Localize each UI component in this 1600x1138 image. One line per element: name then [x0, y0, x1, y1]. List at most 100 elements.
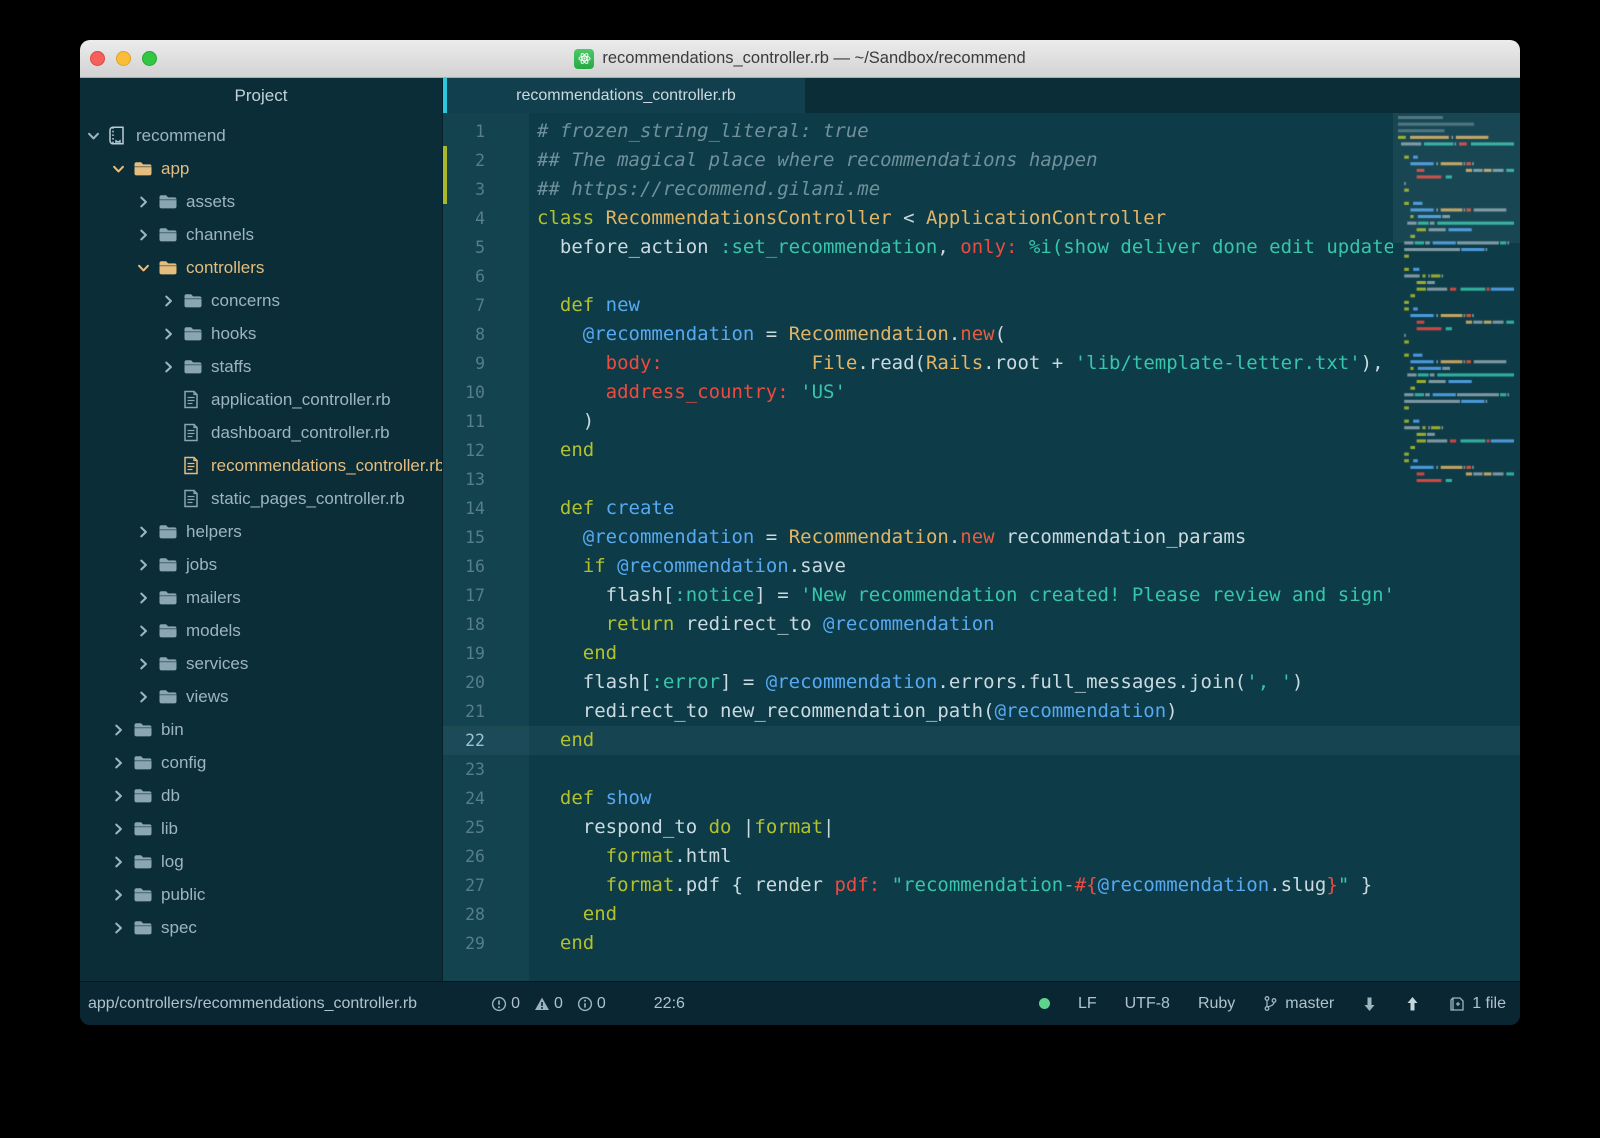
code-line-12[interactable]: 12 end — [443, 436, 1520, 465]
zoom-window-button[interactable] — [142, 51, 157, 66]
tree-item-application-controller-rb[interactable]: application_controller.rb — [80, 383, 442, 416]
chevron-right-icon[interactable] — [163, 328, 183, 340]
code-line-6[interactable]: 6 — [443, 262, 1520, 291]
chevron-right-icon[interactable] — [138, 559, 158, 571]
tree-item-db[interactable]: db — [80, 779, 442, 812]
tree-item-controllers[interactable]: controllers — [80, 251, 442, 284]
tree-item-dashboard-controller-rb[interactable]: dashboard_controller.rb — [80, 416, 442, 449]
changed-files[interactable]: 1 file — [1448, 995, 1506, 1013]
code-line-11[interactable]: 11 ) — [443, 407, 1520, 436]
tree-item-services[interactable]: services — [80, 647, 442, 680]
chevron-right-icon[interactable] — [138, 625, 158, 637]
tree-item-concerns[interactable]: concerns — [80, 284, 442, 317]
chevron-right-icon[interactable] — [113, 823, 133, 835]
tree-item-hooks[interactable]: hooks — [80, 317, 442, 350]
chevron-right-icon[interactable] — [138, 658, 158, 670]
warning-count[interactable]: 0 — [534, 995, 563, 1013]
tree-item-bin[interactable]: bin — [80, 713, 442, 746]
code-line-1[interactable]: 1 # frozen_string_literal: true — [443, 117, 1520, 146]
code-line-25[interactable]: 25 respond_to do |format| — [443, 813, 1520, 842]
code-editor[interactable]: 1 # frozen_string_literal: true 2 ## The ma… — [443, 113, 1520, 981]
tree-item-jobs[interactable]: jobs — [80, 548, 442, 581]
code-line-16[interactable]: 16 if @recommendation.save — [443, 552, 1520, 581]
tree-item-public[interactable]: public — [80, 878, 442, 911]
code-line-22[interactable]: 22 end — [443, 726, 1520, 755]
tree-item-log[interactable]: log — [80, 845, 442, 878]
encoding-indicator[interactable]: UTF-8 — [1125, 995, 1170, 1013]
code-line-5[interactable]: 5 before_action :set_recommendation, onl… — [443, 233, 1520, 262]
line-ending-indicator[interactable]: LF — [1078, 995, 1097, 1013]
tree-item-mailers[interactable]: mailers — [80, 581, 442, 614]
code-line-18[interactable]: 18 return redirect_to @recommendation — [443, 610, 1520, 639]
chevron-right-icon[interactable] — [113, 757, 133, 769]
close-window-button[interactable] — [90, 51, 105, 66]
git-push-icon[interactable] — [1405, 996, 1420, 1012]
code-line-24[interactable]: 24 def show — [443, 784, 1520, 813]
code-line-13[interactable]: 13 — [443, 465, 1520, 494]
tree-item-app[interactable]: app — [80, 152, 442, 185]
chevron-right-icon[interactable] — [163, 295, 183, 307]
code-line-19[interactable]: 19 end — [443, 639, 1520, 668]
chevron-right-icon[interactable] — [113, 922, 133, 934]
tree-item-config[interactable]: config — [80, 746, 442, 779]
code-line-27[interactable]: 27 format.pdf { render pdf: "recommendat… — [443, 871, 1520, 900]
chevron-down-icon[interactable] — [138, 262, 158, 274]
code-line-4[interactable]: 4 class RecommendationsController < Appli… — [443, 204, 1520, 233]
chevron-right-icon[interactable] — [113, 856, 133, 868]
chevron-right-icon[interactable] — [138, 691, 158, 703]
tree-item-static-pages-controller-rb[interactable]: static_pages_controller.rb — [80, 482, 442, 515]
git-pull-icon[interactable] — [1362, 996, 1377, 1012]
minimize-window-button[interactable] — [116, 51, 131, 66]
code-line-14[interactable]: 14 def create — [443, 494, 1520, 523]
tree-item-label: db — [161, 785, 180, 805]
tree-item-recommend[interactable]: recommend — [80, 119, 442, 152]
code-line-7[interactable]: 7 def new — [443, 291, 1520, 320]
chevron-right-icon[interactable] — [113, 889, 133, 901]
tree-item-staffs[interactable]: staffs — [80, 350, 442, 383]
minimap-viewport[interactable] — [1393, 113, 1520, 243]
cursor-position[interactable]: 22:6 — [654, 995, 685, 1013]
code-line-20[interactable]: 20 flash[:error] = @recommendation.error… — [443, 668, 1520, 697]
code-line-28[interactable]: 28 end — [443, 900, 1520, 929]
code-line-21[interactable]: 21 redirect_to new_recommendation_path(@… — [443, 697, 1520, 726]
chevron-right-icon[interactable] — [138, 196, 158, 208]
tree-item-recommendations-controller-rb[interactable]: recommendations_controller.rb — [80, 449, 442, 482]
folder-icon — [133, 721, 161, 738]
code-line-15[interactable]: 15 @recommendation = Recommendation.new … — [443, 523, 1520, 552]
minimap[interactable] — [1393, 113, 1520, 493]
tab-recommendations-controller[interactable]: recommendations_controller.rb — [443, 78, 805, 113]
tree-item-models[interactable]: models — [80, 614, 442, 647]
code-line-3[interactable]: 3 ## https://recommend.gilani.me — [443, 175, 1520, 204]
chevron-right-icon[interactable] — [138, 526, 158, 538]
git-branch[interactable]: master — [1263, 995, 1334, 1013]
tree-item-assets[interactable]: assets — [80, 185, 442, 218]
code-line-10[interactable]: 10 address_country: 'US' — [443, 378, 1520, 407]
tree-item-spec[interactable]: spec — [80, 911, 442, 944]
code-line-9[interactable]: 9 body: File.read(Rails.root + 'lib/temp… — [443, 349, 1520, 378]
chevron-right-icon[interactable] — [113, 724, 133, 736]
chevron-right-icon[interactable] — [113, 790, 133, 802]
code-line-29[interactable]: 29 end — [443, 929, 1520, 958]
code-line-17[interactable]: 17 flash[:notice] = 'New recommendation … — [443, 581, 1520, 610]
info-count[interactable]: 0 — [577, 995, 606, 1013]
tree-item-views[interactable]: views — [80, 680, 442, 713]
tree-item-lib[interactable]: lib — [80, 812, 442, 845]
tree-item-channels[interactable]: channels — [80, 218, 442, 251]
project-panel-header: Project — [234, 85, 288, 105]
code-line-26[interactable]: 26 format.html — [443, 842, 1520, 871]
tree-item-helpers[interactable]: helpers — [80, 515, 442, 548]
chevron-down-icon[interactable] — [113, 163, 133, 175]
titlebar[interactable]: recommendations_controller.rb — ~/Sandbo… — [80, 40, 1520, 78]
language-indicator[interactable]: Ruby — [1198, 995, 1235, 1013]
tree-item-label: mailers — [186, 587, 241, 607]
chevron-right-icon[interactable] — [138, 229, 158, 241]
code-line-2[interactable]: 2 ## The magical place where recommendati… — [443, 146, 1520, 175]
chevron-right-icon[interactable] — [163, 361, 183, 373]
chevron-down-icon[interactable] — [88, 130, 108, 142]
error-count[interactable]: 0 — [491, 995, 520, 1013]
code-line-23[interactable]: 23 — [443, 755, 1520, 784]
line-number: 23 — [465, 760, 485, 779]
chevron-right-icon[interactable] — [138, 592, 158, 604]
code-line-8[interactable]: 8 @recommendation = Recommendation.new( — [443, 320, 1520, 349]
diagnostics[interactable]: 0 0 0 — [491, 995, 606, 1013]
